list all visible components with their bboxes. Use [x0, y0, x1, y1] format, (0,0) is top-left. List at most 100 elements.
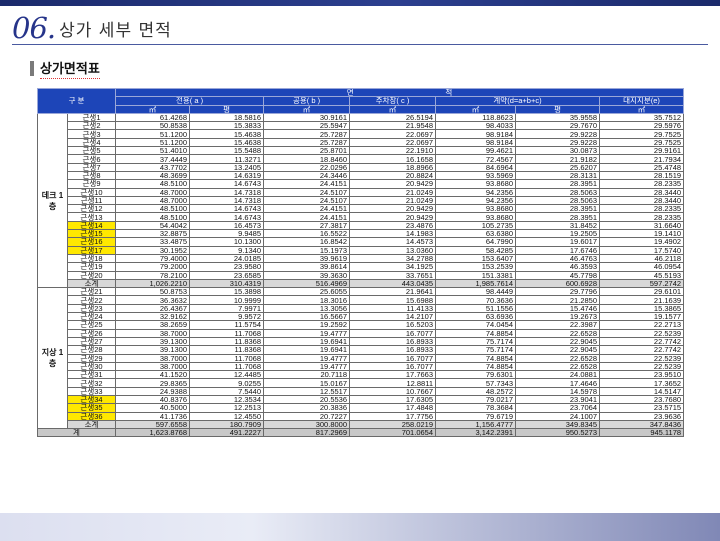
- value-cell: 50.8753: [115, 287, 191, 297]
- subtotal-value: 600.6928: [515, 278, 601, 289]
- value-cell: 18.5816: [189, 112, 265, 123]
- value-cell: 21.0249: [349, 187, 437, 197]
- value-cell: 39.8614: [263, 262, 351, 272]
- value-cell: 39.1300: [115, 336, 191, 347]
- unit-cell: ㎡: [115, 104, 191, 114]
- value-cell: 94.2356: [435, 187, 517, 197]
- subtotal-value: 310.4319: [189, 278, 265, 289]
- unit-name: 근생36: [66, 411, 117, 421]
- value-cell: 38.7000: [115, 361, 191, 372]
- value-cell: 25.5947: [263, 121, 351, 131]
- unit-name: 근생2: [66, 121, 117, 131]
- value-cell: 15.3898: [189, 287, 265, 297]
- unit-name: 근생16: [66, 237, 117, 247]
- unit-name: 근생19: [66, 262, 117, 272]
- unit-name: 근생20: [66, 270, 117, 280]
- value-cell: 29.9161: [599, 146, 685, 156]
- total-value: 701.0654: [349, 428, 437, 438]
- table-row: 근생28 39.1300 11.8368 19.6941 16.8933 75.7174 2…: [38, 345, 685, 355]
- value-cell: 12.2513: [189, 403, 265, 413]
- value-cell: 94.2356: [435, 195, 517, 206]
- value-cell: 16.4573: [189, 220, 265, 231]
- unit-name: 근생24: [66, 311, 117, 322]
- unit-name: 근생26: [66, 328, 117, 338]
- value-cell: 25.6055: [263, 287, 351, 297]
- value-cell: 25.7287: [263, 137, 351, 148]
- value-cell: 16.5522: [263, 229, 351, 239]
- value-cell: 74.8854: [435, 328, 517, 338]
- value-cell: 79.2000: [115, 262, 191, 272]
- value-cell: 39.3630: [263, 270, 351, 280]
- value-cell: 22.6528: [515, 361, 601, 372]
- value-cell: 14.7318: [189, 187, 265, 197]
- value-cell: 10.9999: [189, 295, 265, 305]
- unit-name: 근생32: [66, 378, 117, 388]
- value-cell: 23.5715: [599, 403, 685, 413]
- value-cell: 30.1952: [115, 245, 191, 255]
- value-cell: 11.7068: [189, 328, 265, 338]
- value-cell: 15.4638: [189, 129, 265, 139]
- value-cell: 20.7118: [263, 370, 351, 380]
- value-cell: 27.3817: [263, 220, 351, 231]
- value-cell: 153.2539: [435, 262, 517, 272]
- value-cell: 9.1340: [189, 245, 265, 255]
- table-row: 근생12 48.5100 14.6743 24.4151 20.9429 93.8680 2…: [38, 204, 685, 214]
- value-cell: 17.5740: [599, 245, 685, 255]
- value-cell: 19.4777: [263, 361, 351, 372]
- value-cell: 19.4777: [263, 353, 351, 363]
- value-cell: 24.4151: [263, 212, 351, 222]
- table-row: 근생7 43.7702 13.2405 22.0296 18.8966 84.6964 25…: [38, 162, 685, 172]
- value-cell: 31.6640: [599, 220, 685, 231]
- value-cell: 14.2107: [349, 311, 437, 322]
- value-cell: 11.4133: [349, 303, 437, 314]
- value-cell: 41.1520: [115, 370, 191, 380]
- total-value: 3,142.2391: [435, 428, 517, 438]
- value-cell: 16.5667: [263, 311, 351, 322]
- value-cell: 84.6964: [435, 162, 517, 172]
- value-cell: 9.9485: [189, 229, 265, 239]
- value-cell: 7.5440: [189, 386, 265, 397]
- unit-name: 근생9: [66, 179, 117, 189]
- value-cell: 16.8542: [263, 237, 351, 247]
- value-cell: 79.4000: [115, 253, 191, 264]
- table-row: 근생34 40.8376 12.3534 20.5536 17.6305 79.0217 2…: [38, 394, 685, 405]
- value-cell: 78.2100: [115, 270, 191, 280]
- subtotal-label: 소계: [66, 419, 117, 430]
- table-row: 근생9 48.5100 14.6743 24.4151 20.9429 93.8680 28…: [38, 179, 685, 189]
- value-cell: 29.7670: [515, 121, 601, 131]
- value-cell: 15.1973: [263, 245, 351, 255]
- subtotal-value: 1,985.7614: [435, 278, 517, 289]
- table-row: 근생4 51.1200 15.4638 25.7287 22.0697 98.9184 29…: [38, 137, 685, 148]
- table-row: 근생5 51.4010 15.5488 25.8701 22.1910 99.4621 30…: [38, 146, 685, 156]
- area-table: 구 분 면 적 전용( a ) 공용( b ) 주차장( c ) 계약(d=a+…: [36, 87, 685, 438]
- unit-name: 근생12: [66, 204, 117, 214]
- unit-name: 근생10: [66, 187, 117, 197]
- value-cell: 24.0881: [515, 370, 601, 380]
- floor-label: 지상 1층: [37, 287, 68, 430]
- unit-name: 근생27: [66, 336, 117, 347]
- value-cell: 15.3865: [599, 303, 685, 314]
- table-row: 근생2 50.8538 15.3833 25.5947 21.9548 98.4033 29…: [38, 121, 685, 131]
- section-title: 상가면적표: [40, 58, 100, 79]
- value-cell: 14.7318: [189, 195, 265, 206]
- unit-name: 근생23: [66, 303, 117, 314]
- value-cell: 16.7077: [349, 328, 437, 338]
- table-row: 근생8 48.3699 14.6319 24.3446 20.8824 93.5969 28…: [38, 170, 685, 181]
- value-cell: 54.4042: [115, 220, 191, 231]
- unit-name: 근생3: [66, 129, 117, 139]
- value-cell: 21.7934: [599, 154, 685, 164]
- value-cell: 23.7064: [515, 403, 601, 413]
- value-cell: 19.4902: [599, 237, 685, 247]
- value-cell: 21.9182: [515, 154, 601, 164]
- value-cell: 10.7667: [349, 386, 437, 397]
- value-cell: 12.4485: [189, 370, 265, 380]
- table-row: 근생14 54.4042 16.4573 27.3817 23.4876 105.2735…: [38, 220, 685, 231]
- value-cell: 21.0249: [349, 195, 437, 206]
- value-cell: 28.2335: [599, 179, 685, 189]
- unit-name: 근생1: [66, 112, 117, 123]
- value-cell: 28.5063: [515, 187, 601, 197]
- value-cell: 16.5203: [349, 320, 437, 330]
- value-cell: 23.7680: [599, 394, 685, 405]
- header-col-exclusive: 전용( a ): [115, 96, 265, 106]
- unit-cell: 평: [189, 104, 265, 114]
